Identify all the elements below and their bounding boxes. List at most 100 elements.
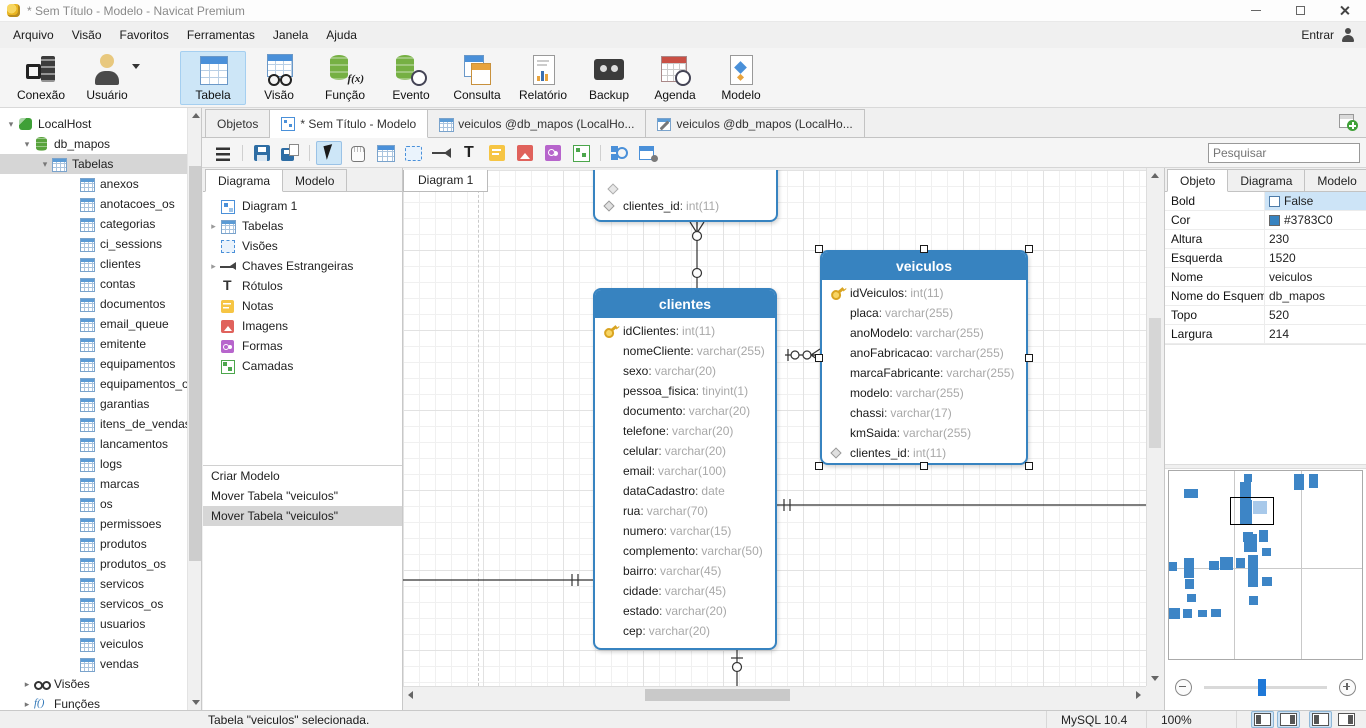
property-row[interactable]: Largura 214 <box>1165 325 1366 344</box>
model-tool-button[interactable] <box>428 141 454 165</box>
model-tool-button[interactable] <box>540 141 566 165</box>
scroll-up-icon[interactable] <box>1151 173 1159 178</box>
tree-item[interactable]: servicos_os <box>0 594 201 614</box>
property-row[interactable]: Nome veiculos <box>1165 268 1366 287</box>
table-field-row[interactable]: nomeCliente: varchar(255) <box>601 341 771 361</box>
table-field-row[interactable]: idClientes: int(11) <box>601 321 771 341</box>
minimap[interactable] <box>1168 470 1363 660</box>
tree-item[interactable]: logs <box>0 454 201 474</box>
model-tool-button[interactable] <box>372 141 398 165</box>
tree-item[interactable]: produtos <box>0 534 201 554</box>
diagram-tree-item[interactable]: ▸ Chaves Estrangeiras <box>203 256 402 276</box>
table-field-row[interactable]: clientes_id: int(11) <box>601 196 772 216</box>
document-tab[interactable]: veiculos @db_mapos (LocalHo... <box>646 109 865 138</box>
zoom-in-button[interactable] <box>1339 678 1356 696</box>
table-field-row[interactable]: estado: varchar(20) <box>601 601 771 621</box>
color-swatch[interactable] <box>1269 214 1280 226</box>
property-row[interactable]: Altura 230 <box>1165 230 1366 249</box>
scrollbar-thumb[interactable] <box>1149 318 1161 448</box>
panel-toggle-button[interactable] <box>1251 711 1274 728</box>
model-tool-button[interactable] <box>568 141 594 165</box>
table-field-row[interactable]: pessoa_fisica: tinyint(1) <box>601 381 771 401</box>
minimap-viewport[interactable] <box>1230 497 1274 525</box>
resize-handle-s[interactable] <box>920 462 928 470</box>
partial-table[interactable]: clientes_id: int(11) <box>593 170 778 222</box>
model-tool-button[interactable] <box>607 141 633 165</box>
expander-icon[interactable]: ▾ <box>38 159 52 170</box>
tree-item[interactable]: itens_de_vendas <box>0 414 201 434</box>
tree-item[interactable]: usuarios <box>0 614 201 634</box>
property-row[interactable]: Bold False <box>1165 192 1366 211</box>
table-field-row[interactable]: kmSaida: varchar(255) <box>828 423 1022 443</box>
table-field-row[interactable]: cidade: varchar(45) <box>601 581 771 601</box>
tree-item[interactable]: ▸ Visões <box>0 674 201 694</box>
table-clientes[interactable]: clientes idClientes: int(11) nomeCliente:… <box>593 288 777 650</box>
panel-toggle-button[interactable] <box>1277 711 1300 728</box>
model-tool-button[interactable] <box>400 141 426 165</box>
table-field-row[interactable]: numero: varchar(15) <box>601 521 771 541</box>
expander-icon[interactable]: ▾ <box>4 119 18 130</box>
scroll-down-icon[interactable] <box>1151 676 1159 681</box>
canvas-horizontal-scrollbar[interactable] <box>403 686 1146 702</box>
tree-item[interactable]: ▾ Tabelas <box>0 154 201 174</box>
toolbar-button[interactable]: Backup <box>576 51 642 105</box>
tree-item[interactable]: veiculos <box>0 634 201 654</box>
document-tab[interactable]: Objetos <box>205 109 271 138</box>
resize-handle-e[interactable] <box>1025 353 1033 362</box>
table-field-row[interactable]: sexo: varchar(20) <box>601 361 771 381</box>
tree-item[interactable]: clientes <box>0 254 201 274</box>
model-tool-button[interactable] <box>635 141 661 165</box>
model-tool-button[interactable] <box>512 141 538 165</box>
table-field-row[interactable]: rua: varchar(70) <box>601 501 771 521</box>
tree-item[interactable]: marcas <box>0 474 201 494</box>
property-row[interactable]: Cor #3783C0 <box>1165 211 1366 230</box>
tree-item[interactable]: servicos <box>0 574 201 594</box>
table-field-row[interactable]: documento: varchar(20) <box>601 401 771 421</box>
explorer-tab[interactable]: Modelo <box>283 169 348 192</box>
table-field-row[interactable]: anoModelo: varchar(255) <box>828 323 1022 343</box>
tree-item[interactable]: vendas <box>0 654 201 674</box>
zoom-slider-handle[interactable] <box>1258 678 1267 696</box>
table-field-row[interactable]: celular: varchar(20) <box>601 441 771 461</box>
explorer-tab[interactable]: Diagrama <box>205 169 284 192</box>
scroll-right-icon[interactable] <box>1136 691 1141 699</box>
history-item[interactable]: Criar Modelo <box>203 466 402 486</box>
menu-item[interactable]: Favoritos <box>111 24 178 46</box>
resize-handle-nw[interactable] <box>815 245 823 253</box>
minimize-button[interactable] <box>1234 0 1278 21</box>
tree-item[interactable]: equipamentos <box>0 354 201 374</box>
toolbar-button[interactable]: Modelo <box>708 51 774 105</box>
table-field-row[interactable]: telefone: varchar(20) <box>601 421 771 441</box>
table-field-row[interactable]: modelo: varchar(255) <box>828 383 1022 403</box>
table-field-row[interactable]: clientes_id: int(11) <box>828 443 1022 463</box>
tree-item[interactable]: permissoes <box>0 514 201 534</box>
menu-item[interactable]: Ferramentas <box>178 24 264 46</box>
document-tab[interactable]: * Sem Título - Modelo <box>270 109 429 138</box>
model-tool-button[interactable] <box>344 141 370 165</box>
panel-splitter[interactable] <box>1165 464 1366 469</box>
sidebar-scrollbar[interactable] <box>187 108 201 710</box>
toolbar-button[interactable]: Tabela <box>180 50 246 105</box>
expander-icon[interactable]: ▸ <box>20 679 34 690</box>
checkbox[interactable] <box>1269 195 1280 207</box>
toolbar-button[interactable]: Conexão <box>8 51 74 105</box>
expander-icon[interactable]: ▸ <box>20 699 34 710</box>
tree-item[interactable]: ▸ Funções <box>0 694 201 710</box>
login-area[interactable]: Entrar <box>1301 27 1366 43</box>
diagram-tab[interactable]: Diagram 1 <box>403 170 489 192</box>
menu-item[interactable]: Ajuda <box>317 24 366 46</box>
table-field-row[interactable]: anoFabricacao: varchar(255) <box>828 343 1022 363</box>
tree-item[interactable]: anexos <box>0 174 201 194</box>
scroll-up-icon[interactable] <box>192 113 200 118</box>
zoom-out-button[interactable] <box>1175 678 1192 696</box>
panel-toggle-button[interactable] <box>1309 711 1332 728</box>
resize-handle-ne[interactable] <box>1025 245 1033 253</box>
model-tool-button[interactable] <box>316 140 342 165</box>
diagram-tree-item[interactable]: Formas <box>203 336 402 356</box>
property-row[interactable]: Topo 520 <box>1165 306 1366 325</box>
table-field-row[interactable]: cep: varchar(20) <box>601 621 771 641</box>
toolbar-button[interactable]: Usuário <box>74 51 140 105</box>
properties-tab[interactable]: Diagrama <box>1228 169 1306 192</box>
table-veiculos[interactable]: veiculos idVeiculos: int(11) placa: varcha… <box>815 245 1033 470</box>
scrollbar-thumb[interactable] <box>645 689 790 701</box>
